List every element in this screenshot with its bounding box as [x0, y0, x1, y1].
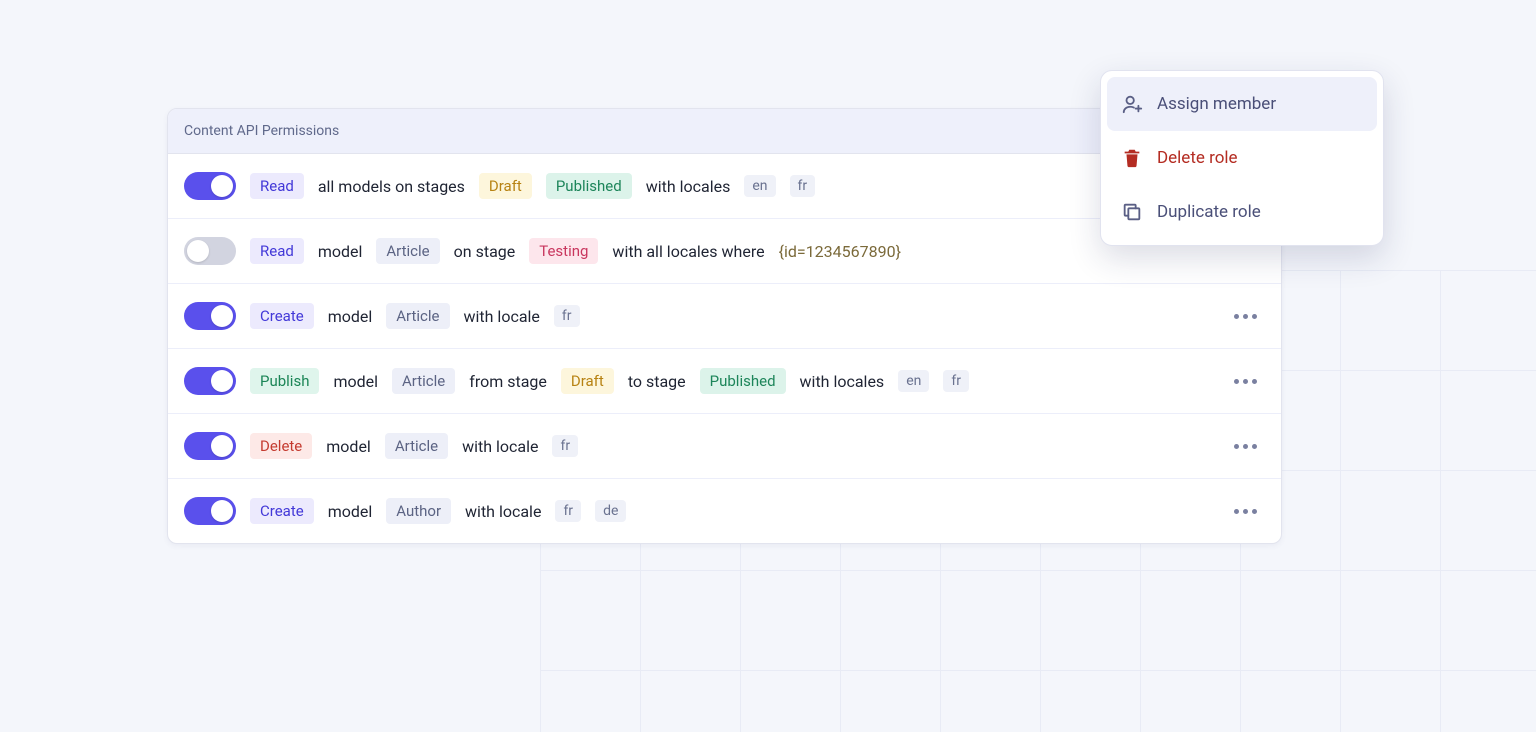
model-pill: Author	[386, 498, 451, 524]
locale-pill: de	[595, 500, 626, 522]
ellipsis-icon	[1243, 444, 1248, 449]
locale-pill: fr	[555, 500, 581, 522]
permission-row: Publish model Article from stage Draft to sta…	[168, 349, 1281, 414]
rule-text: all models on stages	[318, 177, 465, 196]
ellipsis-icon	[1243, 314, 1248, 319]
enable-toggle[interactable]	[184, 497, 236, 525]
stage-pill: Published	[700, 368, 786, 394]
menu-item-assign[interactable]: Assign member	[1107, 77, 1377, 131]
rule-text: with locale	[464, 307, 540, 326]
row-actions-button[interactable]	[1226, 501, 1265, 522]
row-actions-button[interactable]	[1226, 436, 1265, 457]
ellipsis-icon	[1234, 314, 1239, 319]
model-pill: Article	[385, 433, 448, 459]
rule-text: with locales	[800, 372, 885, 391]
model-pill: Article	[376, 238, 439, 264]
enable-toggle[interactable]	[184, 432, 236, 460]
toggle-thumb	[211, 370, 233, 392]
role-context-menu: Assign member Delete role Duplicate role	[1100, 70, 1384, 246]
action-pill: Create	[250, 498, 314, 524]
rule-text: on stage	[454, 242, 516, 261]
action-pill: Create	[250, 303, 314, 329]
locale-pill: fr	[790, 175, 816, 197]
rule-text: with locales	[646, 177, 731, 196]
model-pill: Article	[386, 303, 449, 329]
rule-text: from stage	[469, 372, 547, 391]
rule-text: model	[326, 437, 371, 456]
locale-pill: en	[744, 175, 775, 197]
ellipsis-icon	[1252, 444, 1257, 449]
enable-toggle[interactable]	[184, 237, 236, 265]
rule-text: model	[328, 307, 373, 326]
permission-row: Create model Article with locale fr	[168, 284, 1281, 349]
toggle-thumb	[187, 240, 209, 262]
row-actions-button[interactable]	[1226, 306, 1265, 327]
permission-row: Create model Author with locale frde	[168, 479, 1281, 543]
enable-toggle[interactable]	[184, 367, 236, 395]
menu-item-label: Assign member	[1157, 94, 1276, 114]
ellipsis-icon	[1252, 509, 1257, 514]
ellipsis-icon	[1243, 379, 1248, 384]
locale-pill: fr	[552, 435, 578, 457]
assign-icon	[1121, 93, 1143, 115]
row-actions-button[interactable]	[1226, 371, 1265, 392]
ellipsis-icon	[1252, 314, 1257, 319]
action-pill: Read	[250, 173, 304, 199]
rule-text: model	[318, 242, 363, 261]
locale-pill: fr	[943, 370, 969, 392]
action-pill: Publish	[250, 368, 319, 394]
rule-text: model	[328, 502, 373, 521]
permission-row: Delete model Article with locale fr	[168, 414, 1281, 479]
stage-pill: Testing	[529, 238, 598, 264]
enable-toggle[interactable]	[184, 172, 236, 200]
locale-pill: en	[898, 370, 929, 392]
action-pill: Delete	[250, 433, 312, 459]
ellipsis-icon	[1234, 379, 1239, 384]
ellipsis-icon	[1234, 509, 1239, 514]
menu-item-label: Duplicate role	[1157, 202, 1261, 222]
locale-pill: fr	[554, 305, 580, 327]
toggle-thumb	[211, 305, 233, 327]
rule-text: model	[333, 372, 378, 391]
toggle-thumb	[211, 175, 233, 197]
model-pill: Article	[392, 368, 455, 394]
ellipsis-icon	[1243, 509, 1248, 514]
enable-toggle[interactable]	[184, 302, 236, 330]
rule-text: with locale	[465, 502, 541, 521]
action-pill: Read	[250, 238, 304, 264]
stage-pill: Draft	[561, 368, 614, 394]
duplicate-icon	[1121, 201, 1143, 223]
toggle-thumb	[211, 435, 233, 457]
rule-text: with all locales where	[612, 242, 764, 261]
menu-item-delete[interactable]: Delete role	[1107, 131, 1377, 185]
rule-text: with locale	[462, 437, 538, 456]
condition-text: {id=1234567890}	[779, 242, 901, 261]
delete-icon	[1121, 147, 1143, 169]
toggle-thumb	[211, 500, 233, 522]
stage-pill: Draft	[479, 173, 532, 199]
menu-item-label: Delete role	[1157, 148, 1238, 168]
ellipsis-icon	[1252, 379, 1257, 384]
menu-item-duplicate[interactable]: Duplicate role	[1107, 185, 1377, 239]
rule-text: to stage	[628, 372, 686, 391]
stage-pill: Published	[546, 173, 632, 199]
ellipsis-icon	[1234, 444, 1239, 449]
